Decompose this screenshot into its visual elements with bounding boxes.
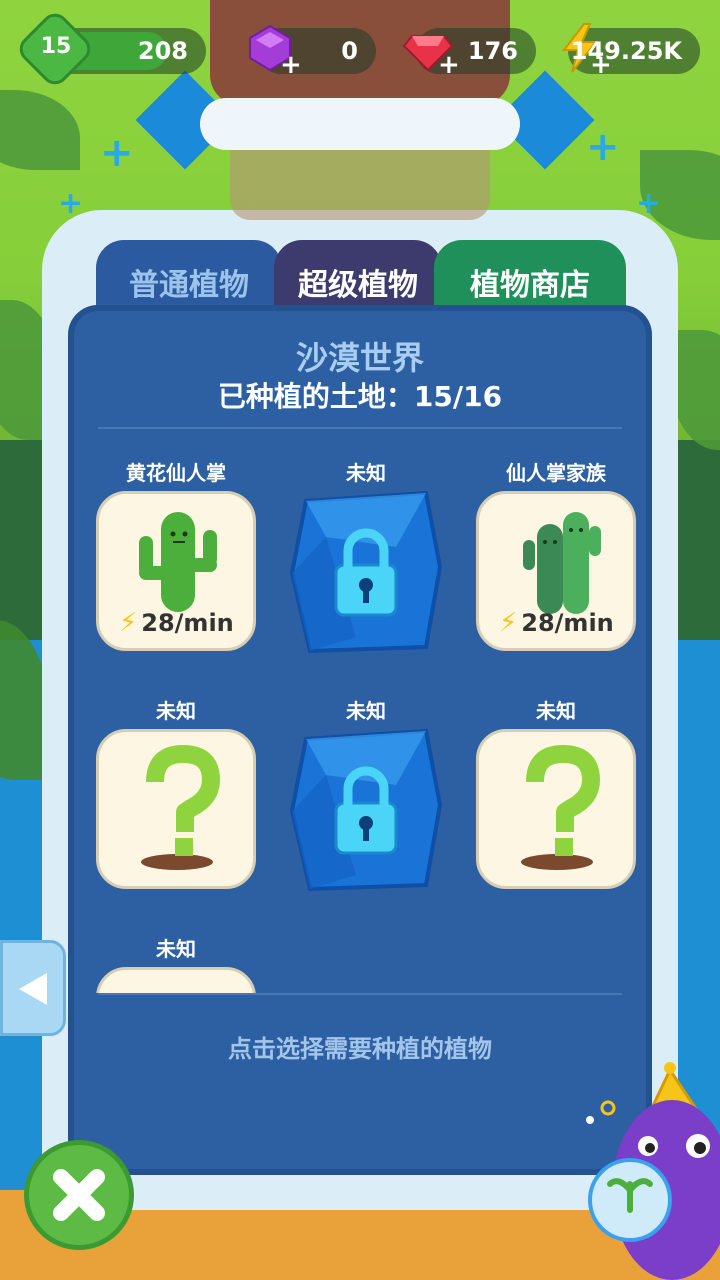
divider bbox=[98, 993, 622, 995]
cactus-icon bbox=[139, 512, 217, 612]
arrow-left-icon bbox=[19, 973, 47, 1005]
lock-icon bbox=[289, 728, 443, 892]
close-button[interactable] bbox=[24, 1140, 134, 1250]
question-mark-icon bbox=[141, 745, 220, 870]
add-icon: + bbox=[438, 50, 460, 80]
production-rate: ⚡ 28/min bbox=[119, 608, 234, 638]
question-mark-icon bbox=[521, 745, 600, 870]
red-gem-value: 176 bbox=[467, 37, 518, 65]
plant-name: 未知 bbox=[346, 461, 386, 485]
plant-name: 未知 bbox=[156, 699, 196, 723]
plant-name: 黄花仙人掌 bbox=[126, 461, 226, 485]
red-gem-counter[interactable]: + 176 bbox=[402, 28, 536, 80]
plant-card-face bbox=[96, 729, 256, 889]
plant-card-face: ⚡ 28/min bbox=[476, 491, 636, 651]
planted-land-count: 已种植的土地：15/16 bbox=[217, 380, 503, 413]
energy-value: 149.25K bbox=[570, 37, 682, 65]
plant-name: 未知 bbox=[346, 699, 386, 723]
level-display: 15 208 bbox=[13, 7, 206, 91]
plant-name: 未知 bbox=[156, 937, 196, 961]
level-number: 15 bbox=[40, 34, 72, 59]
plant-name: 未知 bbox=[536, 699, 576, 723]
production-rate: ⚡ 28/min bbox=[499, 608, 614, 638]
purple-gem-counter[interactable]: + 0 bbox=[249, 24, 376, 80]
lightning-icon: ⚡ bbox=[499, 608, 518, 638]
back-button[interactable] bbox=[0, 940, 66, 1036]
add-icon: + bbox=[280, 50, 302, 80]
plant-grid: 黄花仙人掌 ⚡ 28/min 未知 仙人掌家族 ⚡ 28/min 未知 未知 未… bbox=[74, 441, 646, 993]
cactus-family-icon bbox=[523, 512, 601, 614]
plant-card-face: ⚡ 28/min bbox=[96, 491, 256, 651]
plant-panel: 沙漠世界 已种植的土地：15/16 黄花仙人掌 ⚡ 28/min 未知 仙人掌家… bbox=[68, 305, 652, 1175]
lock-icon bbox=[289, 490, 443, 654]
purple-gem-value: 0 bbox=[341, 37, 358, 65]
mascot-character bbox=[586, 1062, 720, 1280]
hint-text: 点击选择需要种植的植物 bbox=[228, 1035, 492, 1063]
divider bbox=[98, 427, 622, 429]
plant-card-face bbox=[476, 729, 636, 889]
energy-counter[interactable]: + 149.25K bbox=[561, 23, 700, 80]
world-title: 沙漠世界 bbox=[295, 339, 424, 377]
plant-card-face bbox=[96, 967, 256, 993]
jar-lid bbox=[200, 98, 520, 150]
plant-name: 仙人掌家族 bbox=[506, 461, 606, 485]
xp-value: 208 bbox=[137, 37, 188, 65]
close-icon bbox=[53, 1169, 105, 1221]
lightning-icon: ⚡ bbox=[119, 608, 138, 638]
